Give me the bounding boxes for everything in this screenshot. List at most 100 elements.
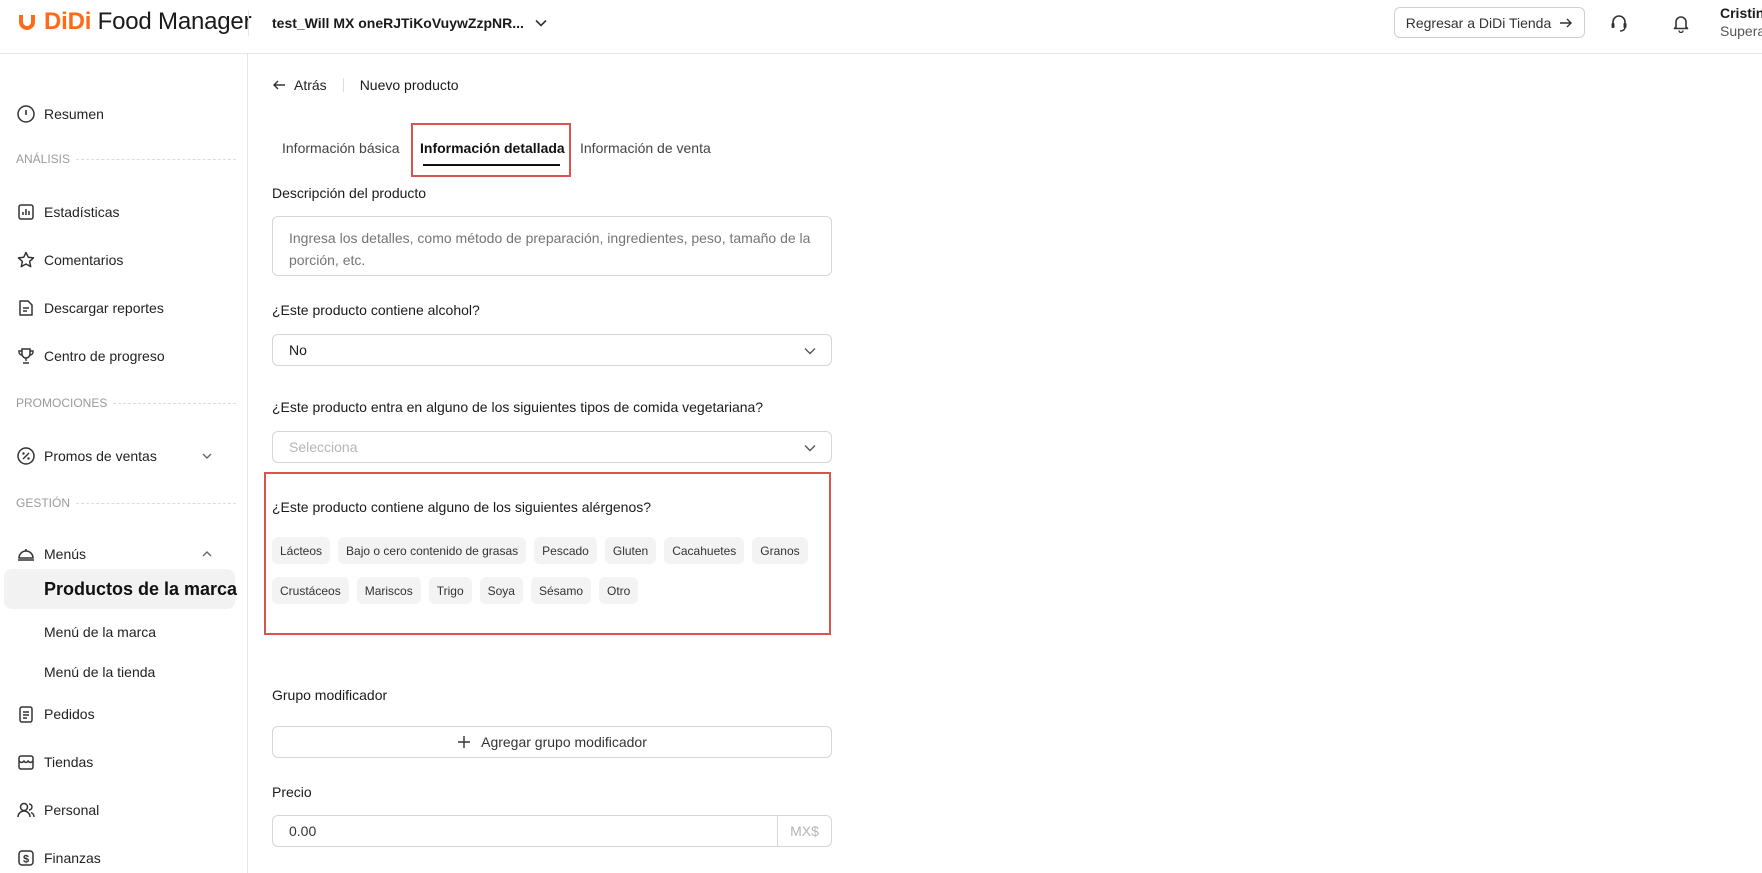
alcohol-value: No (289, 342, 307, 358)
alcohol-select[interactable]: No (272, 334, 832, 366)
section-gestion: GESTIÓN (16, 496, 236, 510)
price-input[interactable]: 0.00 MX$ (272, 815, 832, 847)
sidebar-item-pedidos[interactable]: Pedidos (16, 702, 95, 726)
sidebar-label-personal: Personal (44, 802, 100, 818)
breadcrumb: Atrás Nuevo producto (272, 75, 459, 95)
sidebar-item-personal[interactable]: Personal (16, 798, 99, 822)
sidebar-label-promos-ventas: Promos de ventas (44, 448, 157, 464)
trophy-icon (18, 348, 34, 364)
allergen-chip-sesamo[interactable]: Sésamo (530, 577, 592, 604)
home-icon (17, 105, 35, 123)
description-label: Descripción del producto (272, 185, 427, 201)
chevron-down-icon[interactable] (200, 449, 214, 463)
sidebar-label-centro-progreso: Centro de progreso (44, 348, 165, 364)
description-textarea[interactable] (272, 216, 832, 276)
store-name: test_Will MX oneRJTiKoVuywZzpNR... (272, 15, 524, 31)
alcohol-label: ¿Este producto contiene alcohol? (272, 302, 480, 318)
sidebar: Resumen ANÁLISIS Estadísticas Comentario… (0, 54, 248, 873)
allergen-chip-bajo-grasas[interactable]: Bajo o cero contenido de grasas (338, 537, 527, 564)
chevron-down-icon (804, 445, 816, 452)
sidebar-item-menu-marca[interactable]: Menú de la marca (44, 622, 156, 642)
statistics-icon (18, 204, 34, 220)
section-analisis-label: ANÁLISIS (16, 152, 71, 166)
sidebar-label-estadisticas: Estadísticas (44, 204, 120, 220)
sidebar-item-promos-ventas[interactable]: Promos de ventas (16, 444, 216, 468)
add-modifier-group-button[interactable]: Agregar grupo modificador (272, 726, 832, 758)
sidebar-item-comentarios[interactable]: Comentarios (16, 248, 123, 272)
allergen-chip-row-2: Crustáceos Mariscos Trigo Soya Sésamo Ot… (272, 577, 639, 604)
vegetarian-label: ¿Este producto entra en alguno de los si… (272, 399, 764, 415)
top-divider (248, 10, 249, 36)
sidebar-label-tiendas: Tiendas (44, 754, 94, 770)
store-selector[interactable]: test_Will MX oneRJTiKoVuywZzpNR... (272, 12, 548, 34)
allergen-chip-row-1: Lácteos Bajo o cero contenido de grasas … (272, 537, 808, 564)
sidebar-item-tiendas[interactable]: Tiendas (16, 750, 93, 774)
store-icon (18, 755, 34, 770)
sidebar-item-productos-marca[interactable]: Productos de la marca (4, 569, 237, 609)
dollar-icon: $ (18, 850, 34, 866)
sidebar-item-resumen[interactable]: Resumen (16, 102, 104, 126)
allergen-chip-soya[interactable]: Soya (479, 577, 523, 604)
allergen-chip-mariscos[interactable]: Mariscos (356, 577, 421, 604)
sidebar-item-estadisticas[interactable]: Estadísticas (16, 200, 119, 224)
return-to-didi-store-button[interactable]: Regresar a DiDi Tienda (1394, 7, 1585, 38)
modifier-group-label: Grupo modificador (272, 687, 388, 703)
vegetarian-select[interactable]: Selecciona (272, 431, 832, 463)
sidebar-item-centro-progreso[interactable]: Centro de progreso (16, 344, 165, 368)
svg-text:$: $ (23, 854, 29, 866)
allergen-chip-cacahuetes[interactable]: Cacahuetes (664, 537, 745, 564)
logo-didi-text: DiDi (44, 8, 92, 35)
arrow-left-icon (273, 80, 285, 90)
tab-informacion-basica[interactable]: Información básica (282, 140, 400, 162)
back-label: Atrás (294, 77, 327, 93)
allergen-chip-gluten[interactable]: Gluten (604, 537, 657, 564)
page-title: Nuevo producto (359, 77, 459, 93)
sidebar-label-descargar-reportes: Descargar reportes (44, 300, 164, 316)
add-modifier-group-label: Agregar grupo modificador (481, 734, 647, 750)
section-analisis: ANÁLISIS (16, 152, 236, 166)
chevron-up-icon[interactable] (200, 547, 214, 561)
allergen-chip-lacteos[interactable]: Lácteos (272, 537, 331, 564)
allergens-label: ¿Este producto contiene alguno de los si… (272, 499, 652, 515)
sidebar-item-descargar-reportes[interactable]: Descargar reportes (16, 296, 164, 320)
sidebar-label-finanzas: Finanzas (44, 850, 101, 866)
didi-logo-icon (19, 15, 35, 30)
chevron-down-icon (535, 19, 547, 27)
chevron-down-icon (804, 348, 816, 355)
allergen-chip-crustaceos[interactable]: Crustáceos (272, 577, 349, 604)
download-report-icon (19, 300, 33, 316)
sidebar-item-finanzas[interactable]: $ Finanzas (16, 846, 101, 870)
star-icon (17, 251, 35, 268)
breadcrumb-separator (342, 78, 344, 92)
support-headset-icon[interactable] (1608, 12, 1630, 34)
sidebar-item-menu-tienda[interactable]: Menú de la tienda (44, 662, 155, 682)
allergen-chip-trigo[interactable]: Trigo (428, 577, 472, 604)
back-link[interactable]: Atrás (272, 77, 327, 93)
didi-food-manager-logo[interactable]: DiDi Food Manager (16, 8, 252, 36)
user-menu[interactable]: Cristina Superadmin (1720, 4, 1762, 40)
plus-icon (458, 736, 471, 748)
return-button-label: Regresar a DiDi Tienda (1405, 14, 1552, 31)
allergen-chip-otro[interactable]: Otro (599, 577, 639, 604)
sidebar-item-menus[interactable]: Menús (16, 542, 86, 566)
user-name: Cristina (1720, 5, 1762, 21)
logo-rest-text: Food Manager (91, 8, 252, 35)
tab-informacion-venta[interactable]: Información de venta (580, 140, 711, 162)
section-promociones: PROMOCIONES (16, 396, 236, 410)
price-currency-unit: MX$ (777, 816, 831, 846)
people-icon (17, 802, 35, 818)
sidebar-label-menus: Menús (44, 546, 87, 562)
top-bar: DiDi Food Manager test_Will MX oneRJTiKo… (0, 0, 1762, 54)
vegetarian-placeholder: Selecciona (289, 439, 358, 455)
allergen-chip-pescado[interactable]: Pescado (534, 537, 597, 564)
price-value: 0.00 (289, 823, 317, 839)
user-role: Superadmin (1720, 23, 1762, 39)
section-gestion-label: GESTIÓN (16, 496, 71, 510)
tab-highlight-box (411, 123, 571, 177)
price-label: Precio (272, 784, 312, 800)
notification-bell-icon[interactable] (1670, 12, 1692, 34)
allergen-chip-granos[interactable]: Granos (752, 537, 808, 564)
cloche-icon (18, 549, 34, 561)
section-promociones-label: PROMOCIONES (16, 396, 108, 410)
sidebar-label-pedidos: Pedidos (44, 706, 95, 722)
